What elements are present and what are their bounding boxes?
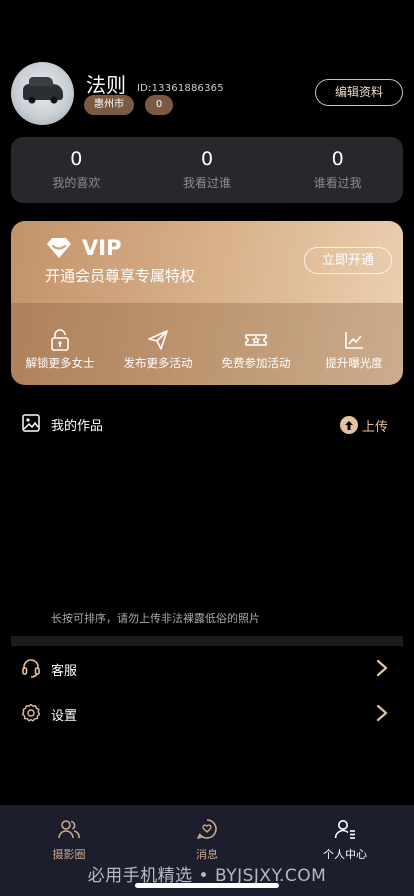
stat-label: 我看过谁 (183, 176, 232, 190)
upload-label: 上传 (362, 419, 389, 435)
diamond-icon (47, 238, 71, 258)
count-badge: 0 (145, 95, 173, 115)
settings-icon (21, 703, 41, 722)
menu-label: 客服 (51, 664, 78, 679)
stat-value: 0 (70, 148, 83, 170)
community-icon (58, 820, 80, 839)
chart-icon (345, 332, 363, 349)
stats-card: 0 我的喜欢 0 我看过谁 0 谁看过我 (11, 137, 403, 203)
avatar[interactable] (11, 62, 74, 125)
stat-my-likes[interactable]: 0 我的喜欢 (11, 137, 142, 203)
menu-settings[interactable]: 设置 (0, 692, 414, 736)
perk-publish[interactable]: 发布更多活动 (109, 329, 207, 371)
stat-label: 我的喜欢 (52, 176, 101, 190)
vip-card[interactable]: VIP 开通会员尊享专属特权 立即开通 解锁更多女士 发布更多活动 免费参加活动… (11, 221, 403, 385)
ticket-icon (245, 334, 267, 346)
perk-label: 免费参加活动 (221, 356, 291, 370)
image-icon (22, 414, 40, 432)
upload-icon (340, 416, 358, 434)
headset-icon (22, 659, 40, 678)
stat-viewed-me[interactable]: 0 谁看过我 (272, 137, 403, 203)
perk-label: 发布更多活动 (123, 356, 193, 370)
upload-hint: 长按可排序，请勿上传非法裸露低俗的照片 (51, 612, 260, 625)
section-divider (11, 636, 403, 646)
perk-exposure[interactable]: 提升曝光度 (305, 329, 403, 371)
works-section-header: 我的作品 上传 (0, 412, 414, 436)
tab-label: 摄影圈 (52, 848, 86, 861)
upload-button[interactable]: 上传 (340, 415, 388, 435)
edit-profile-button[interactable]: 编辑资料 (315, 79, 403, 106)
stat-i-viewed[interactable]: 0 我看过谁 (142, 137, 273, 203)
menu-label: 设置 (51, 709, 78, 724)
city-badge: 惠州市 (84, 95, 134, 115)
stat-value: 0 (331, 148, 344, 170)
car-photo (23, 77, 63, 104)
works-title: 我的作品 (51, 419, 104, 434)
activate-vip-button[interactable]: 立即开通 (304, 247, 392, 274)
profile-icon (334, 820, 355, 839)
profile-header: 法则 ID:13361886365 惠州市 0 编辑资料 (0, 60, 414, 126)
menu-customer-service[interactable]: 客服 (0, 647, 414, 691)
stat-value: 0 (200, 148, 214, 170)
message-icon (197, 819, 217, 839)
tab-label: 个人中心 (323, 848, 367, 861)
send-icon (148, 330, 168, 350)
vip-title: VIP (82, 236, 122, 260)
stat-label: 谁看过我 (313, 176, 362, 190)
user-id: ID:13361886365 (137, 83, 224, 94)
perk-label: 提升曝光度 (325, 356, 383, 370)
chevron-right-icon (376, 704, 388, 722)
perk-label: 解锁更多女士 (25, 356, 95, 370)
perk-unlock[interactable]: 解锁更多女士 (11, 329, 109, 371)
chevron-right-icon (376, 659, 388, 677)
perk-free-events[interactable]: 免费参加活动 (207, 329, 305, 371)
home-indicator (135, 883, 279, 888)
tab-label: 消息 (196, 848, 218, 861)
vip-perks: 解锁更多女士 发布更多活动 免费参加活动 提升曝光度 (11, 329, 403, 371)
username: 法则 (86, 73, 126, 97)
unlock-icon (51, 329, 69, 351)
vip-subtitle: 开通会员尊享专属特权 (45, 267, 196, 285)
